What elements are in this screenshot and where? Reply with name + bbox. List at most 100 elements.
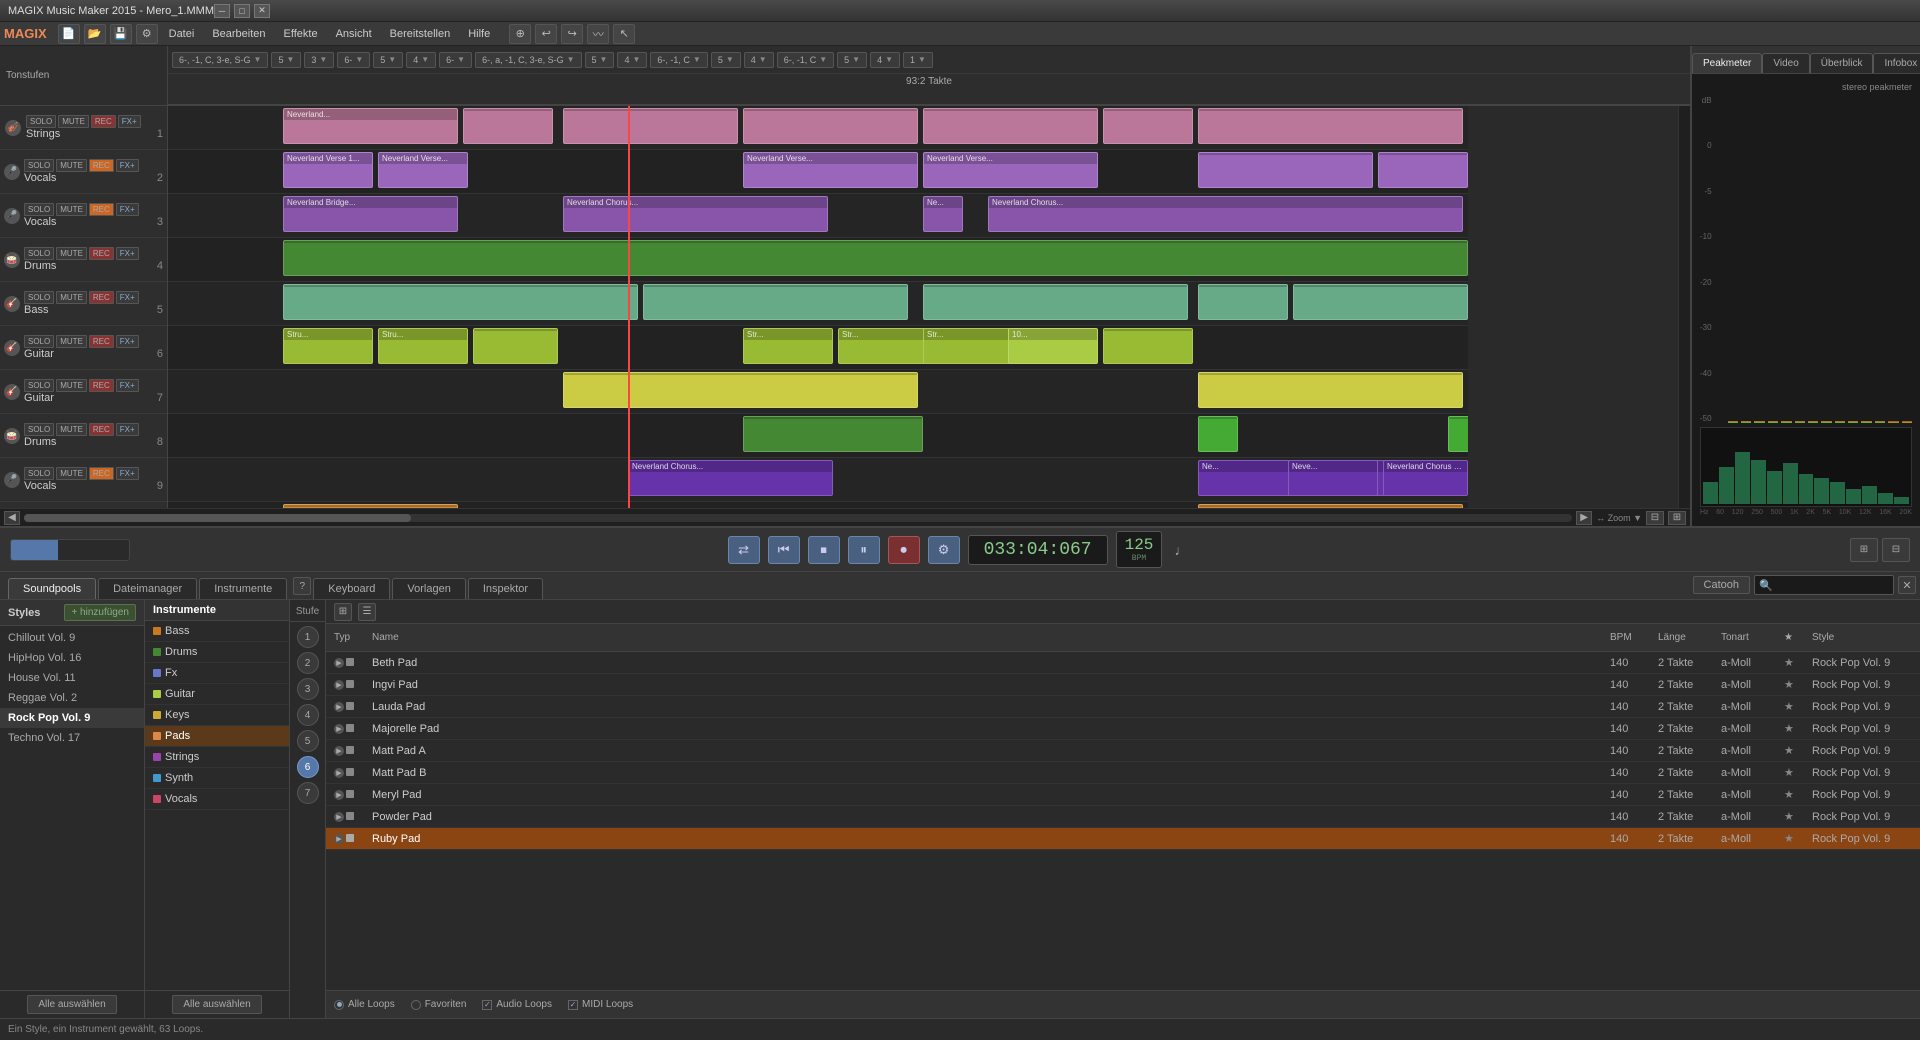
mute-btn-9[interactable]: MUTE <box>56 467 87 480</box>
clip-vocals2-3[interactable]: Neverland Verse... <box>743 152 918 188</box>
clip-guitar7-2[interactable] <box>1198 372 1463 408</box>
settings-icon-btn[interactable]: ⚙ <box>136 24 158 44</box>
loop-play-beth[interactable]: ▶ <box>334 658 344 668</box>
track-vertical-scrollbar[interactable] <box>1678 106 1690 508</box>
clip-strings-4[interactable] <box>743 108 918 144</box>
scroll-left-btn[interactable]: ◀ <box>4 511 20 525</box>
clip-vocals3-3[interactable]: Ne... <box>923 196 963 232</box>
clip-strings-5[interactable] <box>923 108 1098 144</box>
file-icon-btn[interactable]: 📄 <box>58 24 80 44</box>
clip-vocals9-1[interactable]: Neverland Chorus... <box>628 460 833 496</box>
loop-item-beth[interactable]: ▶ Beth Pad 140 2 Takte a-Moll ★ Rock Pop… <box>326 652 1920 674</box>
mute-btn-5[interactable]: MUTE <box>56 291 87 304</box>
key-seg-3[interactable]: 6-▼ <box>337 52 370 68</box>
key-seg-14[interactable]: 5▼ <box>837 52 867 68</box>
instrument-drums[interactable]: Drums <box>145 642 289 663</box>
key-seg-4[interactable]: 5▼ <box>373 52 403 68</box>
col-name[interactable]: Name <box>372 632 1602 643</box>
catooh-button[interactable]: Catooh <box>1693 576 1750 594</box>
clip-drums8-2[interactable] <box>1198 416 1238 452</box>
solo-btn-2[interactable]: SOLO <box>24 159 54 172</box>
instrument-pads[interactable]: Pads <box>145 726 289 747</box>
clip-keys10-2[interactable] <box>1198 504 1463 508</box>
check-midi[interactable]: ✓ <box>568 1000 578 1010</box>
solo-btn-3[interactable]: SOLO <box>24 203 54 216</box>
rec-btn-5[interactable]: REC <box>89 291 114 304</box>
view-btn-1[interactable]: ⊞ <box>1850 538 1878 562</box>
h-scroll-track[interactable] <box>24 514 1572 522</box>
menu-effekte[interactable]: Effekte <box>276 26 326 42</box>
stufe-3[interactable]: 3 <box>297 678 319 700</box>
loop-star-ingvi[interactable]: ★ <box>1784 678 1804 691</box>
solo-btn-8[interactable]: SOLO <box>24 423 54 436</box>
settings-button[interactable]: ⚙ <box>928 536 960 564</box>
solo-btn-7[interactable]: SOLO <box>24 379 54 392</box>
clip-vocals2-6[interactable] <box>1378 152 1468 188</box>
loop-play-powder[interactable]: ▶ <box>334 812 344 822</box>
fx-btn-3[interactable]: FX+ <box>116 203 139 216</box>
clip-bass5-1[interactable] <box>283 284 638 320</box>
rec-btn-7[interactable]: REC <box>89 379 114 392</box>
metronome-button[interactable]: ♩ <box>1170 538 1192 562</box>
loop-item-ruby[interactable]: ▶ Ruby Pad 140 2 Takte a-Moll ★ Rock Pop… <box>326 828 1920 850</box>
loop-play-majorelle[interactable]: ▶ <box>334 724 344 734</box>
stufe-4[interactable]: 4 <box>297 704 319 726</box>
tab-help-btn[interactable]: ? <box>293 577 311 595</box>
redo-button[interactable]: ↪ <box>561 24 583 44</box>
key-seg-1[interactable]: 5▼ <box>271 52 301 68</box>
horizontal-scroll-bar[interactable]: ◀ ▶ ↔ Zoom ▼ ⊟ ⊞ <box>0 508 1690 526</box>
loop-play-ingvi[interactable]: ▶ <box>334 680 344 690</box>
clip-guitar6-1[interactable]: Stru... <box>283 328 373 364</box>
pause-button[interactable]: ⏸ <box>848 536 880 564</box>
clip-vocals2-5[interactable] <box>1198 152 1373 188</box>
mute-btn-7[interactable]: MUTE <box>56 379 87 392</box>
clip-vocals9-4[interactable]: Neverland Chorus B... <box>1383 460 1468 496</box>
radio-favoriten[interactable] <box>411 1000 421 1010</box>
rec-btn-3[interactable]: REC <box>89 203 114 216</box>
rec-btn-1[interactable]: REC <box>91 115 116 128</box>
clip-guitar7-1[interactable] <box>563 372 918 408</box>
clip-guitar6-2[interactable]: Stru... <box>378 328 468 364</box>
instrument-fx[interactable]: Fx <box>145 663 289 684</box>
clip-guitar6-7[interactable]: 10... <box>1008 328 1098 364</box>
col-style[interactable]: Style <box>1812 632 1912 643</box>
bpm-value[interactable]: 125 <box>1125 536 1154 554</box>
clip-strings-3[interactable] <box>563 108 738 144</box>
rec-btn-4[interactable]: REC <box>89 247 114 260</box>
clip-strings-2[interactable] <box>463 108 553 144</box>
filter-audio[interactable]: ✓ Audio Loops <box>482 999 552 1010</box>
col-tonart[interactable]: Tonart <box>1721 632 1776 643</box>
stop-button[interactable]: ⏹ <box>808 536 840 564</box>
style-item-reggae[interactable]: Reggae Vol. 2 <box>0 688 144 708</box>
stufe-1[interactable]: 1 <box>297 626 319 648</box>
fx-btn-5[interactable]: FX+ <box>116 291 139 304</box>
fx-btn-7[interactable]: FX+ <box>116 379 139 392</box>
loops-view-icon-2[interactable]: ☰ <box>358 603 376 621</box>
mute-btn-2[interactable]: MUTE <box>56 159 87 172</box>
check-audio[interactable]: ✓ <box>482 1000 492 1010</box>
loop-item-mattB[interactable]: ▶ Matt Pad B 140 2 Takte a-Moll ★ Rock P… <box>326 762 1920 784</box>
tab-instrumente[interactable]: Instrumente <box>199 578 287 599</box>
solo-btn-9[interactable]: SOLO <box>24 467 54 480</box>
instrument-vocals[interactable]: Vocals <box>145 789 289 810</box>
cursor-icon[interactable]: ↖ <box>613 24 635 44</box>
rec-btn-6[interactable]: REC <box>89 335 114 348</box>
search-input-wrapper[interactable]: 🔍 <box>1754 575 1894 595</box>
clip-drums4-1[interactable] <box>283 240 1468 276</box>
toolbar-icon-2[interactable]: 〰 <box>587 24 609 44</box>
tab-video[interactable]: Video <box>1762 53 1809 73</box>
clip-vocals2-2[interactable]: Neverland Verse... <box>378 152 468 188</box>
instrument-guitar[interactable]: Guitar <box>145 684 289 705</box>
loop-star-lauda[interactable]: ★ <box>1784 700 1804 713</box>
loop-star-ruby[interactable]: ★ <box>1784 832 1804 845</box>
minimize-button[interactable]: ─ <box>214 4 230 18</box>
loops-view-icon-1[interactable]: ⊞ <box>334 603 352 621</box>
solo-btn-5[interactable]: SOLO <box>24 291 54 304</box>
menu-datei[interactable]: Datei <box>161 26 203 42</box>
tab-infobox[interactable]: Infobox <box>1873 53 1920 73</box>
filter-midi[interactable]: ✓ MIDI Loops <box>568 999 633 1010</box>
loop-item-powder[interactable]: ▶ Powder Pad 140 2 Takte a-Moll ★ Rock P… <box>326 806 1920 828</box>
fx-btn-9[interactable]: FX+ <box>116 467 139 480</box>
key-seg-12[interactable]: 4▼ <box>744 52 774 68</box>
fx-btn-8[interactable]: FX+ <box>116 423 139 436</box>
